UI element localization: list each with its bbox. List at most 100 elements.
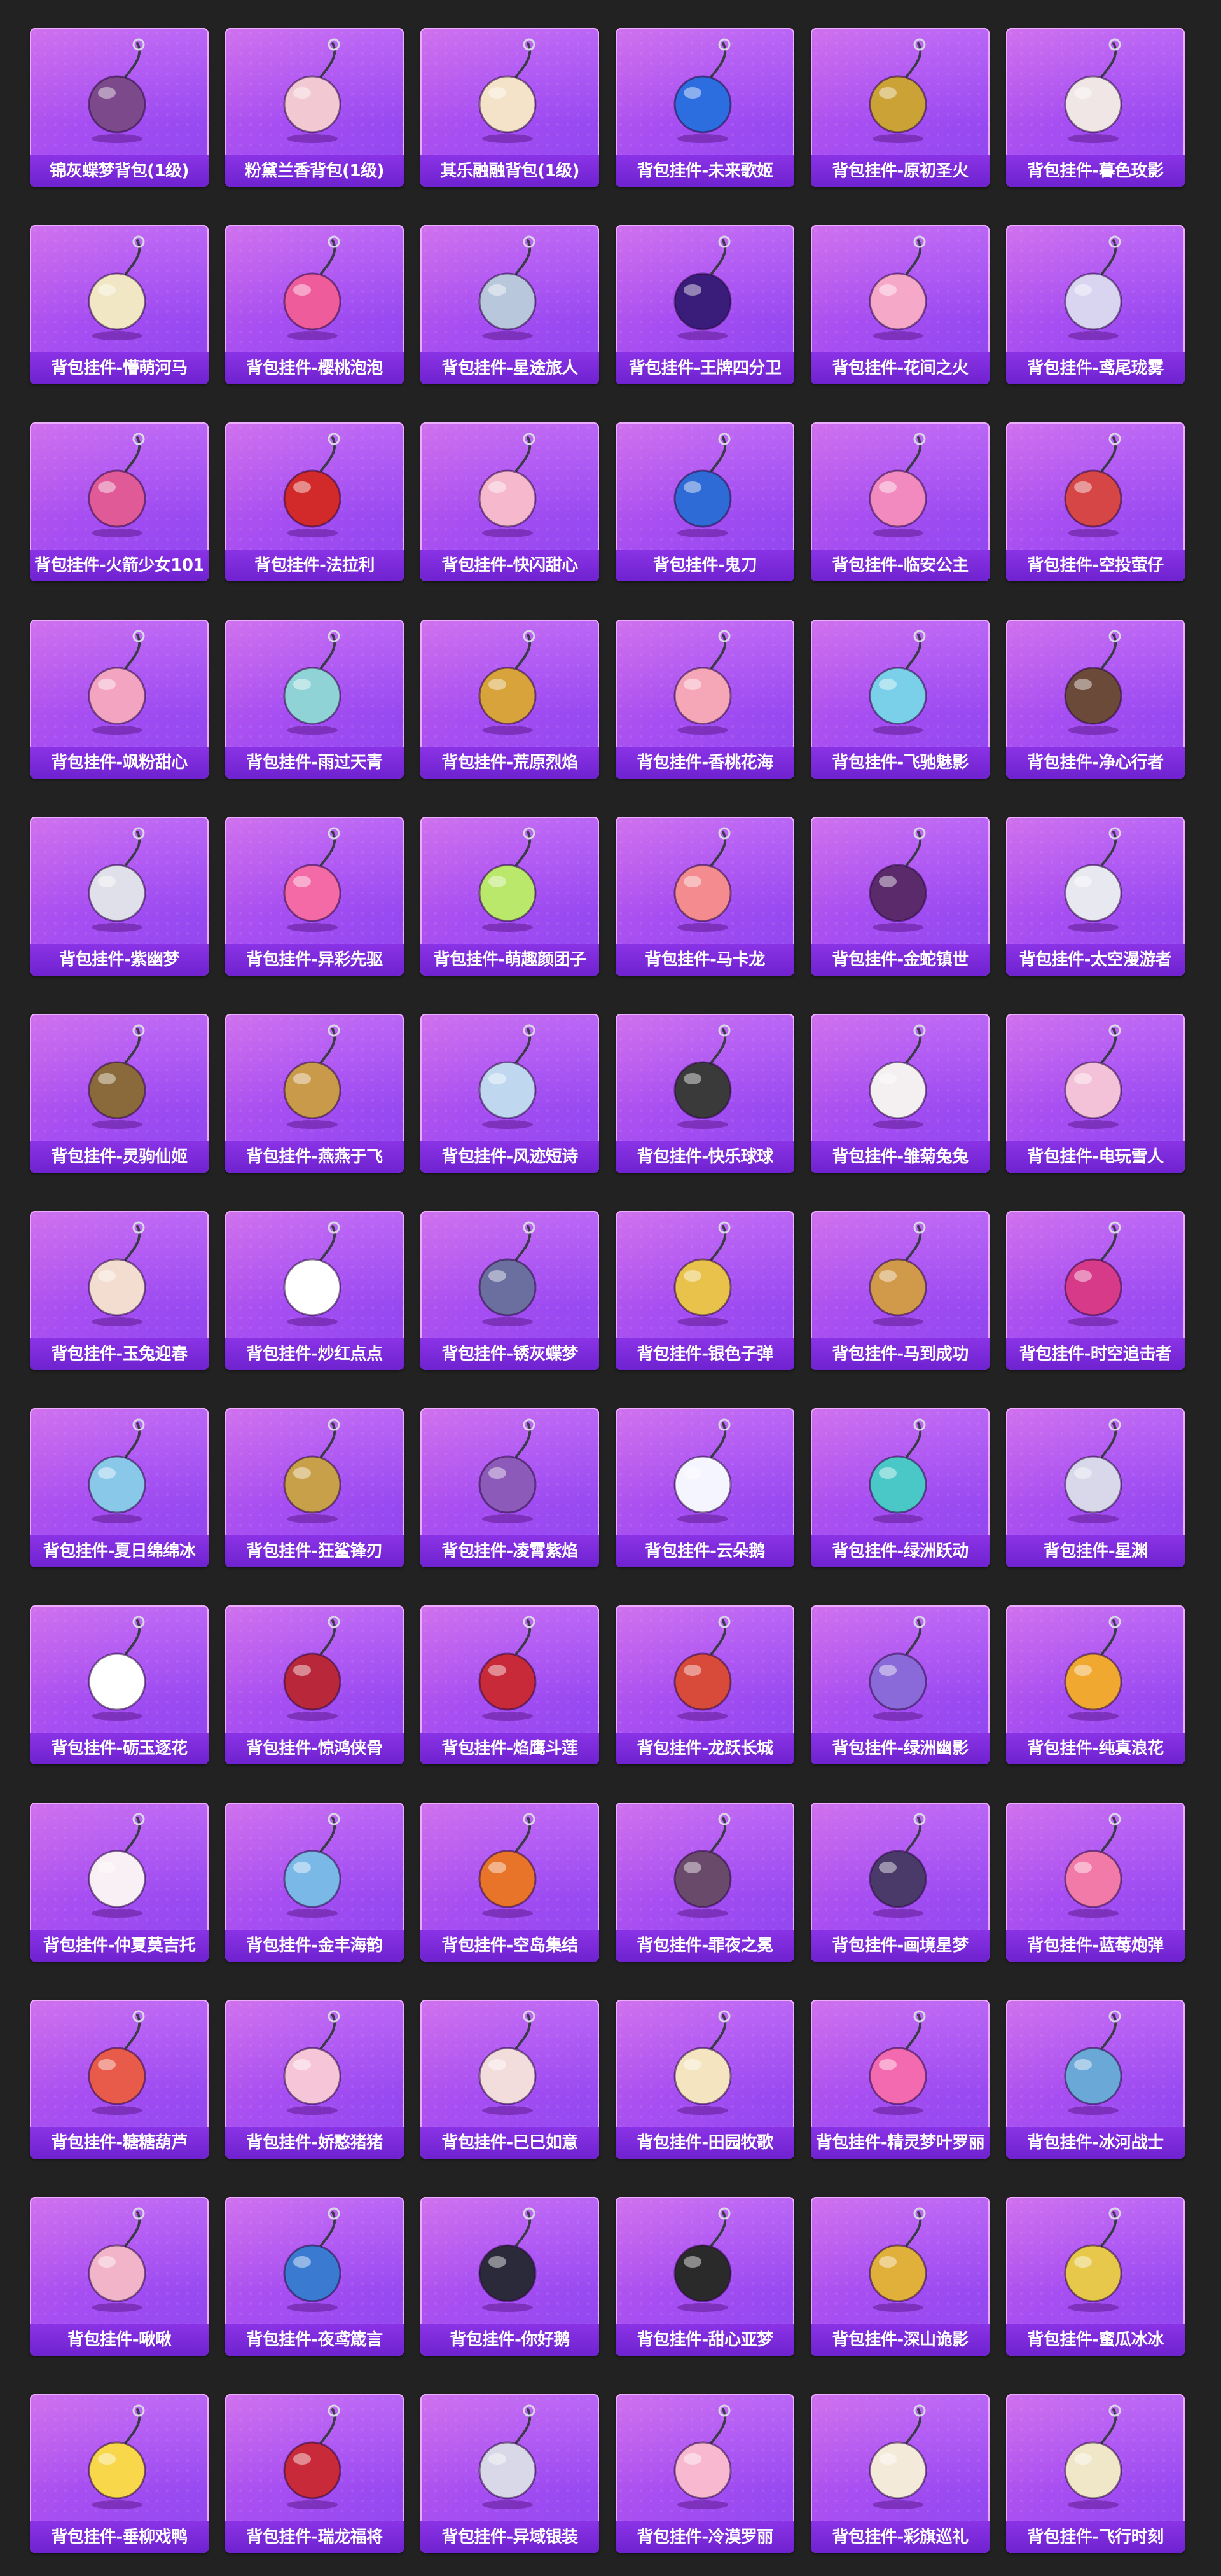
- gourd-charm-icon: [88, 2010, 146, 2115]
- item-card-60[interactable]: 背包挂件-蓝莓炮弹: [1006, 1803, 1185, 1962]
- item-card-3[interactable]: 其乐融融背包(1级): [420, 28, 599, 187]
- item-card-5[interactable]: 背包挂件-原初圣火: [811, 28, 990, 187]
- dragon-mask-charm-icon: [673, 1616, 731, 1721]
- item-card-2[interactable]: 粉黛兰香背包(1级): [225, 28, 404, 187]
- item-card-45[interactable]: 背包挂件-凌霄紫焰: [420, 1408, 599, 1567]
- item-card-1[interactable]: 锦灰蝶梦背包(1级): [30, 28, 209, 187]
- item-card-13[interactable]: 背包挂件-火箭少女101: [30, 422, 209, 581]
- item-card-30[interactable]: 背包挂件-太空漫游者: [1006, 817, 1185, 976]
- item-card-14[interactable]: 背包挂件-法拉利: [225, 422, 404, 581]
- item-card-19[interactable]: 背包挂件-飒粉甜心: [30, 620, 209, 779]
- item-card-64[interactable]: 背包挂件-田园牧歌: [616, 2000, 794, 2159]
- item-card-55[interactable]: 背包挂件-仲夏莫吉托: [30, 1803, 209, 1962]
- item-card-77[interactable]: 背包挂件-彩旗巡礼: [811, 2394, 990, 2553]
- item-card-67[interactable]: 背包挂件-啾啾: [30, 2197, 209, 2356]
- item-card-10[interactable]: 背包挂件-王牌四分卫: [616, 225, 794, 384]
- item-card-51[interactable]: 背包挂件-焰鹰斗莲: [420, 1605, 599, 1764]
- item-card-78[interactable]: 背包挂件-飞行时刻: [1006, 2394, 1185, 2553]
- item-label: 背包挂件-火箭少女101: [30, 550, 209, 581]
- item-label: 其乐融融背包(1级): [420, 155, 599, 187]
- item-card-17[interactable]: 背包挂件-临安公主: [811, 422, 990, 581]
- item-card-47[interactable]: 背包挂件-绿洲跃动: [811, 1408, 990, 1567]
- item-card-74[interactable]: 背包挂件-瑞龙福将: [225, 2394, 404, 2553]
- item-label: 背包挂件-垂柳戏鸭: [30, 2521, 209, 2553]
- item-label: 背包挂件-空岛集结: [420, 1930, 599, 1962]
- item-card-33[interactable]: 背包挂件-风迹短诗: [420, 1014, 599, 1173]
- item-card-24[interactable]: 背包挂件-净心行者: [1006, 620, 1185, 779]
- item-card-75[interactable]: 背包挂件-异域银装: [420, 2394, 599, 2553]
- item-label: 背包挂件-银色子弹: [616, 1338, 794, 1370]
- item-card-36[interactable]: 背包挂件-电玩雪人: [1006, 1014, 1185, 1173]
- item-card-15[interactable]: 背包挂件-快闪甜心: [420, 422, 599, 581]
- item-card-46[interactable]: 背包挂件-云朵鹅: [616, 1408, 794, 1567]
- item-card-49[interactable]: 背包挂件-砺玉逐花: [30, 1605, 209, 1764]
- item-card-32[interactable]: 背包挂件-燕燕于飞: [225, 1014, 404, 1173]
- rocking-horse-charm-icon: [869, 1221, 927, 1326]
- item-card-16[interactable]: 背包挂件-鬼刀: [616, 422, 794, 581]
- item-card-62[interactable]: 背包挂件-娇憨猪猪: [225, 2000, 404, 2159]
- item-card-40[interactable]: 背包挂件-银色子弹: [616, 1211, 794, 1370]
- penguin-charm-icon: [478, 2207, 536, 2312]
- item-card-18[interactable]: 背包挂件-空投萤仔: [1006, 422, 1185, 581]
- item-card-28[interactable]: 背包挂件-马卡龙: [616, 817, 794, 976]
- item-card-21[interactable]: 背包挂件-荒原烈焰: [420, 620, 599, 779]
- item-card-72[interactable]: 背包挂件-蜜瓜冰冰: [1006, 2197, 1185, 2356]
- blue-heart-charm-icon: [673, 38, 731, 143]
- item-card-11[interactable]: 背包挂件-花间之火: [811, 225, 990, 384]
- item-card-4[interactable]: 背包挂件-未来歌姬: [616, 28, 794, 187]
- purple-football-charm-icon: [673, 235, 731, 340]
- item-card-54[interactable]: 背包挂件-纯真浪花: [1006, 1605, 1185, 1764]
- item-card-23[interactable]: 背包挂件-飞驰魅影: [811, 620, 990, 779]
- item-card-6[interactable]: 背包挂件-暮色玫影: [1006, 28, 1185, 187]
- item-card-20[interactable]: 背包挂件-雨过天青: [225, 620, 404, 779]
- item-card-53[interactable]: 背包挂件-绿洲幽影: [811, 1605, 990, 1764]
- item-card-38[interactable]: 背包挂件-炒红点点: [225, 1211, 404, 1370]
- item-card-70[interactable]: 背包挂件-甜心亚梦: [616, 2197, 794, 2356]
- item-card-57[interactable]: 背包挂件-空岛集结: [420, 1803, 599, 1962]
- item-card-65[interactable]: 背包挂件-精灵梦叶罗丽: [811, 2000, 990, 2159]
- pink-cone-charm-icon: [1064, 1813, 1122, 1918]
- item-card-59[interactable]: 背包挂件-画境星梦: [811, 1803, 990, 1962]
- item-card-25[interactable]: 背包挂件-紫幽梦: [30, 817, 209, 976]
- item-card-9[interactable]: 背包挂件-星途旅人: [420, 225, 599, 384]
- item-card-58[interactable]: 背包挂件-罪夜之冕: [616, 1803, 794, 1962]
- item-card-44[interactable]: 背包挂件-狂鲨锋刃: [225, 1408, 404, 1567]
- item-card-68[interactable]: 背包挂件-夜鸢箴言: [225, 2197, 404, 2356]
- gold-phone-charm-icon: [673, 1221, 731, 1326]
- item-card-69[interactable]: 背包挂件-你好鹅: [420, 2197, 599, 2356]
- item-card-12[interactable]: 背包挂件-鸢尾珑雾: [1006, 225, 1185, 384]
- item-label: 背包挂件-快闪甜心: [420, 550, 599, 581]
- item-card-35[interactable]: 背包挂件-雏菊兔兔: [811, 1014, 990, 1173]
- item-card-76[interactable]: 背包挂件-冷漠罗丽: [616, 2394, 794, 2553]
- item-label: 背包挂件-马到成功: [811, 1338, 990, 1370]
- red-lantern-charm-icon: [283, 2404, 341, 2509]
- item-card-56[interactable]: 背包挂件-金丰海韵: [225, 1803, 404, 1962]
- item-card-50[interactable]: 背包挂件-惊鸿侠骨: [225, 1605, 404, 1764]
- item-card-52[interactable]: 背包挂件-龙跃长城: [616, 1605, 794, 1764]
- item-card-41[interactable]: 背包挂件-马到成功: [811, 1211, 990, 1370]
- item-card-71[interactable]: 背包挂件-深山诡影: [811, 2197, 990, 2356]
- item-label: 背包挂件-金蛇镇世: [811, 944, 990, 976]
- item-card-7[interactable]: 背包挂件-懵萌河马: [30, 225, 209, 384]
- item-card-22[interactable]: 背包挂件-香桃花海: [616, 620, 794, 779]
- item-card-42[interactable]: 背包挂件-时空追击者: [1006, 1211, 1185, 1370]
- item-card-8[interactable]: 背包挂件-樱桃泡泡: [225, 225, 404, 384]
- item-card-27[interactable]: 背包挂件-萌趣颜团子: [420, 817, 599, 976]
- item-card-48[interactable]: 背包挂件-星渊: [1006, 1408, 1185, 1567]
- butterfly-charm-icon: [869, 433, 927, 537]
- soft-serve-charm-icon: [869, 2404, 927, 2509]
- daisy-bunny-charm-icon: [869, 1024, 927, 1129]
- item-card-66[interactable]: 背包挂件-冰河战士: [1006, 2000, 1185, 2159]
- rocket-charm-icon: [478, 235, 536, 340]
- item-card-61[interactable]: 背包挂件-糖糖葫芦: [30, 2000, 209, 2159]
- item-card-26[interactable]: 背包挂件-异彩先驱: [225, 817, 404, 976]
- cream-bunny-backpack-icon: [478, 38, 536, 143]
- item-card-39[interactable]: 背包挂件-锈灰蝶梦: [420, 1211, 599, 1370]
- item-card-73[interactable]: 背包挂件-垂柳戏鸭: [30, 2394, 209, 2553]
- item-card-63[interactable]: 背包挂件-巳巳如意: [420, 2000, 599, 2159]
- item-card-34[interactable]: 背包挂件-快乐球球: [616, 1014, 794, 1173]
- item-card-29[interactable]: 背包挂件-金蛇镇世: [811, 817, 990, 976]
- item-card-31[interactable]: 背包挂件-灵驹仙姬: [30, 1014, 209, 1173]
- item-card-43[interactable]: 背包挂件-夏日绵绵冰: [30, 1408, 209, 1567]
- item-card-37[interactable]: 背包挂件-玉兔迎春: [30, 1211, 209, 1370]
